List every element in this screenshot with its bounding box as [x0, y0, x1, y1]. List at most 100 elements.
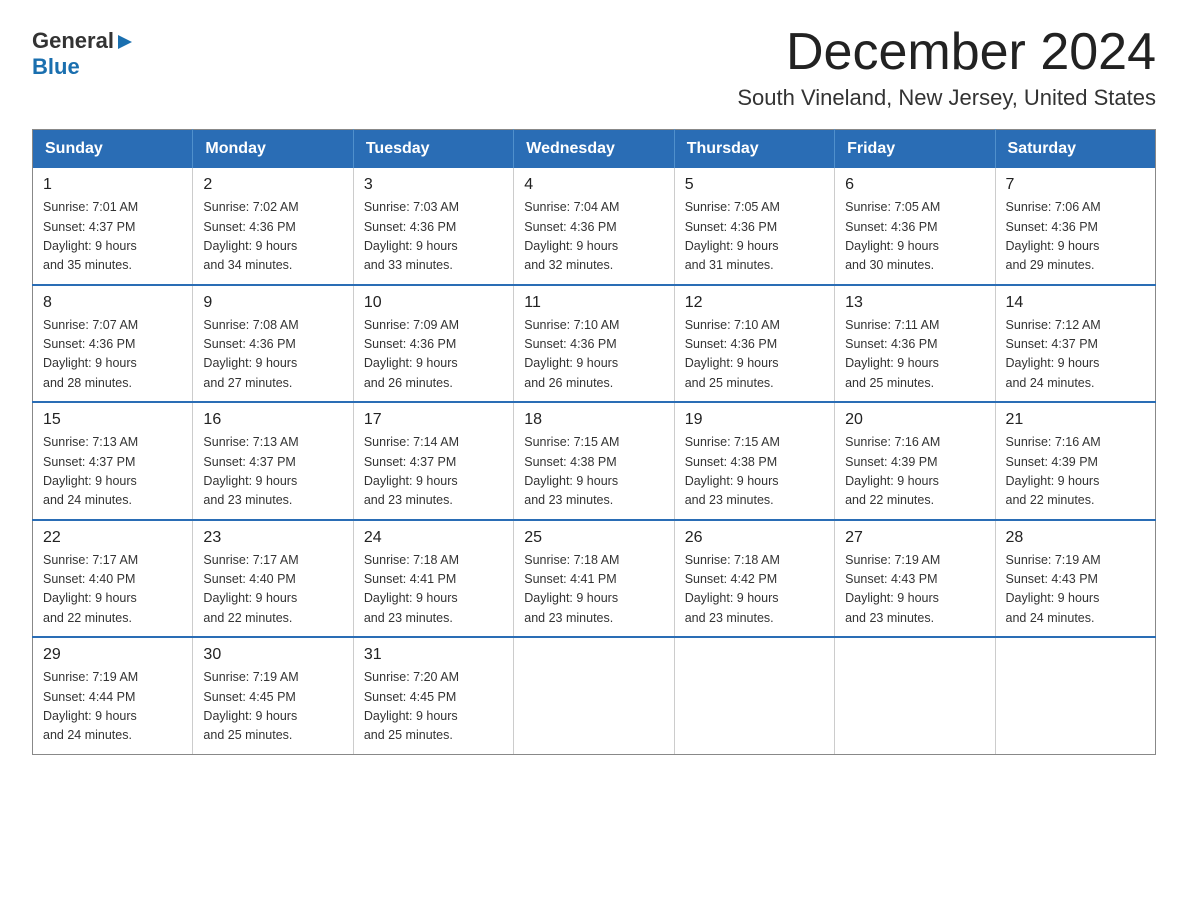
header-wednesday: Wednesday: [514, 130, 674, 169]
calendar-cell: [835, 637, 995, 754]
logo: General Blue: [32, 28, 134, 80]
day-number: 19: [685, 411, 824, 429]
day-info: Sunrise: 7:10 AMSunset: 4:36 PMDaylight:…: [524, 316, 663, 394]
calendar-cell: 21 Sunrise: 7:16 AMSunset: 4:39 PMDayligh…: [995, 402, 1155, 520]
calendar-cell: 22 Sunrise: 7:17 AMSunset: 4:40 PMDayligh…: [33, 520, 193, 638]
calendar-cell: 29Sunrise: 7:19 AMSunset: 4:44 PMDayligh…: [33, 637, 193, 754]
calendar-cell: 6 Sunrise: 7:05 AMSunset: 4:36 PMDaylight…: [835, 168, 995, 285]
day-number: 1: [43, 176, 182, 194]
day-info: Sunrise: 7:01 AMSunset: 4:37 PMDaylight:…: [43, 198, 182, 276]
day-number: 28: [1006, 529, 1145, 547]
calendar-cell: 31 Sunrise: 7:20 AMSunset: 4:45 PMDayligh…: [353, 637, 513, 754]
day-number: 14: [1006, 294, 1145, 312]
day-info: Sunrise: 7:07 AMSunset: 4:36 PMDaylight:…: [43, 316, 182, 394]
calendar-cell: 12 Sunrise: 7:10 AMSunset: 4:36 PMDayligh…: [674, 285, 834, 403]
day-info: Sunrise: 7:05 AMSunset: 4:36 PMDaylight:…: [845, 198, 984, 276]
day-number: 24: [364, 529, 503, 547]
day-number: 3: [364, 176, 503, 194]
header-sunday: Sunday: [33, 130, 193, 169]
day-number: 16: [203, 411, 342, 429]
calendar-cell: 24 Sunrise: 7:18 AMSunset: 4:41 PMDayligh…: [353, 520, 513, 638]
day-info: Sunrise: 7:12 AMSunset: 4:37 PMDaylight:…: [1006, 316, 1145, 394]
day-info: Sunrise: 7:05 AMSunset: 4:36 PMDaylight:…: [685, 198, 824, 276]
calendar-cell: 16 Sunrise: 7:13 AMSunset: 4:37 PMDayligh…: [193, 402, 353, 520]
day-number: 7: [1006, 176, 1145, 194]
day-info: Sunrise: 7:15 AMSunset: 4:38 PMDaylight:…: [685, 433, 824, 511]
calendar-cell: [514, 637, 674, 754]
day-number: 30: [203, 646, 342, 664]
calendar-cell: 25Sunrise: 7:18 AMSunset: 4:41 PMDayligh…: [514, 520, 674, 638]
calendar-week-row: 1 Sunrise: 7:01 AMSunset: 4:37 PMDaylight…: [33, 168, 1156, 285]
day-info: Sunrise: 7:10 AMSunset: 4:36 PMDaylight:…: [685, 316, 824, 394]
day-number: 31: [364, 646, 503, 664]
calendar-cell: 4 Sunrise: 7:04 AMSunset: 4:36 PMDaylight…: [514, 168, 674, 285]
day-number: 17: [364, 411, 503, 429]
calendar-cell: 7Sunrise: 7:06 AMSunset: 4:36 PMDaylight…: [995, 168, 1155, 285]
day-info: Sunrise: 7:16 AMSunset: 4:39 PMDaylight:…: [1006, 433, 1145, 511]
header-thursday: Thursday: [674, 130, 834, 169]
day-info: Sunrise: 7:19 AMSunset: 4:45 PMDaylight:…: [203, 668, 342, 746]
day-number: 10: [364, 294, 503, 312]
day-info: Sunrise: 7:19 AMSunset: 4:43 PMDaylight:…: [845, 551, 984, 629]
calendar-week-row: 22 Sunrise: 7:17 AMSunset: 4:40 PMDayligh…: [33, 520, 1156, 638]
day-info: Sunrise: 7:18 AMSunset: 4:41 PMDaylight:…: [364, 551, 503, 629]
calendar-cell: 30 Sunrise: 7:19 AMSunset: 4:45 PMDayligh…: [193, 637, 353, 754]
day-info: Sunrise: 7:13 AMSunset: 4:37 PMDaylight:…: [43, 433, 182, 511]
day-info: Sunrise: 7:17 AMSunset: 4:40 PMDaylight:…: [203, 551, 342, 629]
calendar-week-row: 15 Sunrise: 7:13 AMSunset: 4:37 PMDayligh…: [33, 402, 1156, 520]
day-number: 23: [203, 529, 342, 547]
day-info: Sunrise: 7:17 AMSunset: 4:40 PMDaylight:…: [43, 551, 182, 629]
calendar-cell: 26 Sunrise: 7:18 AMSunset: 4:42 PMDayligh…: [674, 520, 834, 638]
calendar-cell: 2Sunrise: 7:02 AMSunset: 4:36 PMDaylight…: [193, 168, 353, 285]
calendar-cell: 20Sunrise: 7:16 AMSunset: 4:39 PMDayligh…: [835, 402, 995, 520]
calendar-cell: 19 Sunrise: 7:15 AMSunset: 4:38 PMDayligh…: [674, 402, 834, 520]
page-subtitle: South Vineland, New Jersey, United State…: [737, 85, 1156, 111]
day-info: Sunrise: 7:04 AMSunset: 4:36 PMDaylight:…: [524, 198, 663, 276]
day-number: 2: [203, 176, 342, 194]
day-info: Sunrise: 7:11 AMSunset: 4:36 PMDaylight:…: [845, 316, 984, 394]
calendar-cell: 18Sunrise: 7:15 AMSunset: 4:38 PMDayligh…: [514, 402, 674, 520]
day-number: 13: [845, 294, 984, 312]
calendar-table: SundayMondayTuesdayWednesdayThursdayFrid…: [32, 129, 1156, 755]
day-number: 8: [43, 294, 182, 312]
header-saturday: Saturday: [995, 130, 1155, 169]
day-info: Sunrise: 7:03 AMSunset: 4:36 PMDaylight:…: [364, 198, 503, 276]
calendar-cell: 15 Sunrise: 7:13 AMSunset: 4:37 PMDayligh…: [33, 402, 193, 520]
calendar-cell: 13 Sunrise: 7:11 AMSunset: 4:36 PMDayligh…: [835, 285, 995, 403]
title-section: December 2024 South Vineland, New Jersey…: [737, 24, 1156, 111]
calendar-cell: 27 Sunrise: 7:19 AMSunset: 4:43 PMDayligh…: [835, 520, 995, 638]
header-monday: Monday: [193, 130, 353, 169]
calendar-cell: 1 Sunrise: 7:01 AMSunset: 4:37 PMDaylight…: [33, 168, 193, 285]
calendar-cell: 3 Sunrise: 7:03 AMSunset: 4:36 PMDaylight…: [353, 168, 513, 285]
day-info: Sunrise: 7:09 AMSunset: 4:36 PMDaylight:…: [364, 316, 503, 394]
day-info: Sunrise: 7:08 AMSunset: 4:36 PMDaylight:…: [203, 316, 342, 394]
header-friday: Friday: [835, 130, 995, 169]
day-number: 22: [43, 529, 182, 547]
calendar-week-row: 8 Sunrise: 7:07 AMSunset: 4:36 PMDaylight…: [33, 285, 1156, 403]
day-number: 4: [524, 176, 663, 194]
page-title: December 2024: [737, 24, 1156, 81]
logo-triangle-icon: [116, 33, 134, 51]
calendar-cell: 11 Sunrise: 7:10 AMSunset: 4:36 PMDayligh…: [514, 285, 674, 403]
day-number: 29: [43, 646, 182, 664]
day-number: 21: [1006, 411, 1145, 429]
calendar-cell: 9Sunrise: 7:08 AMSunset: 4:36 PMDaylight…: [193, 285, 353, 403]
calendar-cell: 10 Sunrise: 7:09 AMSunset: 4:36 PMDayligh…: [353, 285, 513, 403]
day-number: 15: [43, 411, 182, 429]
day-number: 26: [685, 529, 824, 547]
day-number: 12: [685, 294, 824, 312]
calendar-cell: 17Sunrise: 7:14 AMSunset: 4:37 PMDayligh…: [353, 402, 513, 520]
day-number: 18: [524, 411, 663, 429]
day-info: Sunrise: 7:13 AMSunset: 4:37 PMDaylight:…: [203, 433, 342, 511]
page-header: General Blue December 2024 South Vinelan…: [32, 24, 1156, 111]
day-info: Sunrise: 7:16 AMSunset: 4:39 PMDaylight:…: [845, 433, 984, 511]
calendar-cell: [995, 637, 1155, 754]
calendar-header-row: SundayMondayTuesdayWednesdayThursdayFrid…: [33, 130, 1156, 169]
day-number: 27: [845, 529, 984, 547]
day-info: Sunrise: 7:20 AMSunset: 4:45 PMDaylight:…: [364, 668, 503, 746]
day-info: Sunrise: 7:18 AMSunset: 4:42 PMDaylight:…: [685, 551, 824, 629]
day-number: 11: [524, 294, 663, 312]
day-number: 6: [845, 176, 984, 194]
calendar-week-row: 29Sunrise: 7:19 AMSunset: 4:44 PMDayligh…: [33, 637, 1156, 754]
calendar-cell: 8 Sunrise: 7:07 AMSunset: 4:36 PMDaylight…: [33, 285, 193, 403]
